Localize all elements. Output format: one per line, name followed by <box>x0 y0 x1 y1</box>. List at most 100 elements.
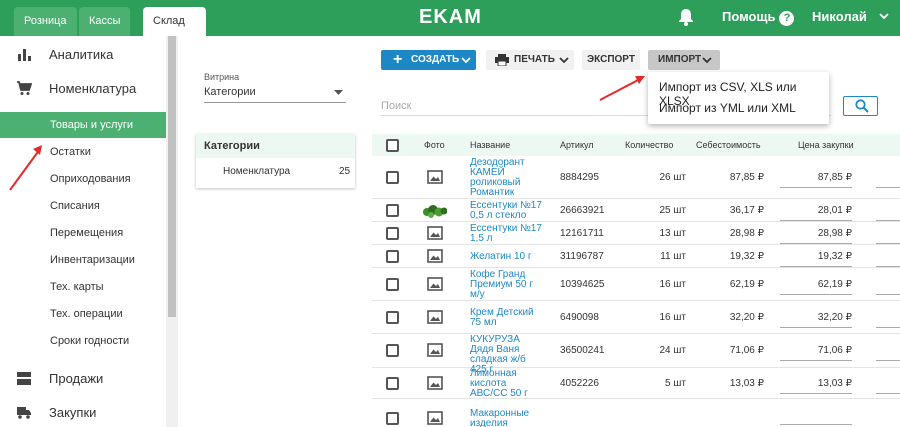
tab-registers[interactable]: Кассы <box>79 7 131 36</box>
product-sku: 6490098 <box>560 312 599 323</box>
sidebar-item-inventories[interactable]: Инвентаризации <box>0 247 166 273</box>
sidebar-item-transfers[interactable]: Перемещения <box>0 220 166 246</box>
purchase-price-input[interactable] <box>780 411 852 425</box>
product-name-link[interactable]: Дезодорант КАМЕЙ роликовый Романтик <box>470 158 550 198</box>
product-cost: 62,19 ₽ <box>729 279 764 290</box>
table-row[interactable]: Ессентуки №17 0,5 л стекло 26663921 25 шт 36… <box>372 199 900 222</box>
row-checkbox[interactable] <box>386 377 399 390</box>
print-button[interactable]: ПЕЧАТЬ <box>486 50 574 70</box>
sidebar-item-label: Аналитика <box>49 47 114 62</box>
table-row[interactable]: Лимонная кислота АВС/СС 50 г 4052226 5 шт 13,… <box>372 368 900 399</box>
next-column-input[interactable] <box>876 411 900 427</box>
help-link[interactable]: Помощь? <box>722 9 795 26</box>
product-name-link[interactable]: Крем Детский 75 мл <box>470 308 550 328</box>
product-name-line: АВС/СС 50 г <box>470 388 528 399</box>
purchase-price-input[interactable]: 19,32 ₽ <box>780 249 852 267</box>
row-checkbox[interactable] <box>386 412 399 425</box>
purchase-price-value: 62,19 ₽ <box>817 279 852 290</box>
product-name-line: м/у <box>470 289 485 300</box>
vitrina-value: Категории <box>204 86 256 98</box>
vitrina-select[interactable]: Категории <box>204 86 346 103</box>
table-row[interactable]: КУКУРУЗА Дядя Ваня сладкая ж/б 425 г 3650024… <box>372 334 900 375</box>
row-checkbox[interactable] <box>386 311 399 324</box>
product-quantity: 13 шт <box>659 228 686 239</box>
table-row[interactable]: Дезодорант КАМЕЙ роликовый Романтик 8884295 2… <box>372 156 900 199</box>
image-placeholder-icon[interactable] <box>427 376 443 390</box>
column-cost[interactable]: Себестоимость <box>696 140 761 150</box>
sidebar-item-tech-operations[interactable]: Тех. операции <box>0 301 166 327</box>
search-button[interactable] <box>843 96 878 116</box>
image-placeholder-icon[interactable] <box>427 343 443 357</box>
tab-warehouse[interactable]: Склад <box>143 7 206 36</box>
product-name-link[interactable]: Желатин 10 г <box>470 252 550 262</box>
caret-down-icon <box>334 90 343 95</box>
sidebar-item-nomenclature[interactable]: Номенклатура <box>0 76 166 100</box>
sidebar-item-writeoffs[interactable]: Списания <box>0 193 166 219</box>
product-name-link[interactable]: Ессентуки №17 0,5 л стекло <box>470 201 550 221</box>
table-row[interactable]: Кофе Гранд Премиум 50 г м/у 10394625 16 шт 62… <box>372 268 900 301</box>
column-sku[interactable]: Артикул <box>560 140 594 150</box>
sidebar-item-tech-cards[interactable]: Тех. карты <box>0 274 166 300</box>
import-label: ИМПОРТ <box>658 54 702 65</box>
sidebar-item-label: Тех. карты <box>50 281 104 293</box>
image-placeholder-icon[interactable] <box>427 277 443 291</box>
next-column-input[interactable] <box>876 170 900 188</box>
next-column-input[interactable] <box>876 249 900 267</box>
export-button[interactable]: ЭКСПОРТ <box>582 50 640 70</box>
import-yml-xml-option[interactable]: Импорт из YML или XML <box>659 101 796 115</box>
table-row[interactable]: Желатин 10 г 31196787 11 шт 19,32 ₽ 19,32 ₽ <box>372 245 900 268</box>
purchase-price-input[interactable]: 32,20 ₽ <box>780 310 852 328</box>
next-column-input[interactable] <box>876 203 900 221</box>
column-quantity[interactable]: Количество <box>625 140 673 150</box>
next-column-input[interactable] <box>876 343 900 361</box>
purchase-price-input[interactable]: 28,98 ₽ <box>780 226 852 244</box>
product-name-link[interactable]: Макаронные изделия <box>470 409 550 427</box>
sidebar-item-analytics[interactable]: Аналитика <box>0 42 166 66</box>
table-row[interactable]: Макаронные изделия <box>372 399 900 427</box>
purchase-price-input[interactable]: 71,06 ₽ <box>780 343 852 361</box>
purchase-price-input[interactable]: 13,03 ₽ <box>780 376 852 394</box>
product-quantity: 16 шт <box>659 312 686 323</box>
column-purchase-price[interactable]: Цена закупки <box>798 140 854 150</box>
image-placeholder-icon[interactable] <box>427 170 443 184</box>
create-button[interactable]: + СОЗДАТЬ <box>381 50 476 70</box>
row-checkbox[interactable] <box>386 204 399 217</box>
next-column-input[interactable] <box>876 226 900 244</box>
table-row[interactable]: Крем Детский 75 мл 6490098 16 шт 32,20 ₽ 32,2… <box>372 301 900 334</box>
purchase-price-input[interactable]: 87,85 ₽ <box>780 170 852 188</box>
sidebar-scroll-thumb[interactable] <box>168 36 176 317</box>
product-name-link[interactable]: Ессентуки №17 1,5 л <box>470 224 550 244</box>
select-all-checkbox[interactable] <box>386 139 399 152</box>
next-column-input[interactable] <box>876 310 900 328</box>
image-placeholder-icon[interactable] <box>427 226 443 240</box>
bell-icon[interactable] <box>678 8 694 26</box>
row-checkbox[interactable] <box>386 250 399 263</box>
purchase-price-value: 87,85 ₽ <box>817 172 852 183</box>
product-name-link[interactable]: Кофе Гранд Премиум 50 г м/у <box>470 270 550 300</box>
user-menu[interactable]: Николай <box>812 9 889 24</box>
image-placeholder-icon[interactable] <box>427 310 443 324</box>
purchase-price-input[interactable]: 62,19 ₽ <box>780 277 852 295</box>
product-photo[interactable] <box>423 203 447 219</box>
sidebar-item-goods[interactable]: Товары и услуги <box>0 112 166 138</box>
image-placeholder-icon[interactable] <box>427 411 443 425</box>
row-checkbox[interactable] <box>386 171 399 184</box>
image-placeholder-icon[interactable] <box>427 249 443 263</box>
sidebar-item-purchases[interactable]: Закупки <box>0 400 166 424</box>
next-column-input[interactable] <box>876 376 900 394</box>
row-checkbox[interactable] <box>386 344 399 357</box>
chevron-down-icon <box>559 57 569 64</box>
next-column-input[interactable] <box>876 277 900 295</box>
category-item-nomenclature[interactable]: Номенклатура 25 <box>196 158 355 188</box>
import-button[interactable]: ИМПОРТ <box>648 50 720 70</box>
column-name[interactable]: Название <box>470 140 510 150</box>
product-name-link[interactable]: Лимонная кислота АВС/СС 50 г <box>470 369 550 399</box>
row-checkbox[interactable] <box>386 278 399 291</box>
sidebar-item-sales[interactable]: Продажи <box>0 366 166 390</box>
product-sku: 31196787 <box>560 251 604 262</box>
sidebar-item-expiry[interactable]: Сроки годности <box>0 328 166 354</box>
purchase-price-input[interactable]: 28,01 ₽ <box>780 203 852 221</box>
row-checkbox[interactable] <box>386 227 399 240</box>
tab-retail[interactable]: Розница <box>14 7 77 36</box>
table-row[interactable]: Ессентуки №17 1,5 л 12161711 13 шт 28,98 ₽ 28… <box>372 222 900 245</box>
